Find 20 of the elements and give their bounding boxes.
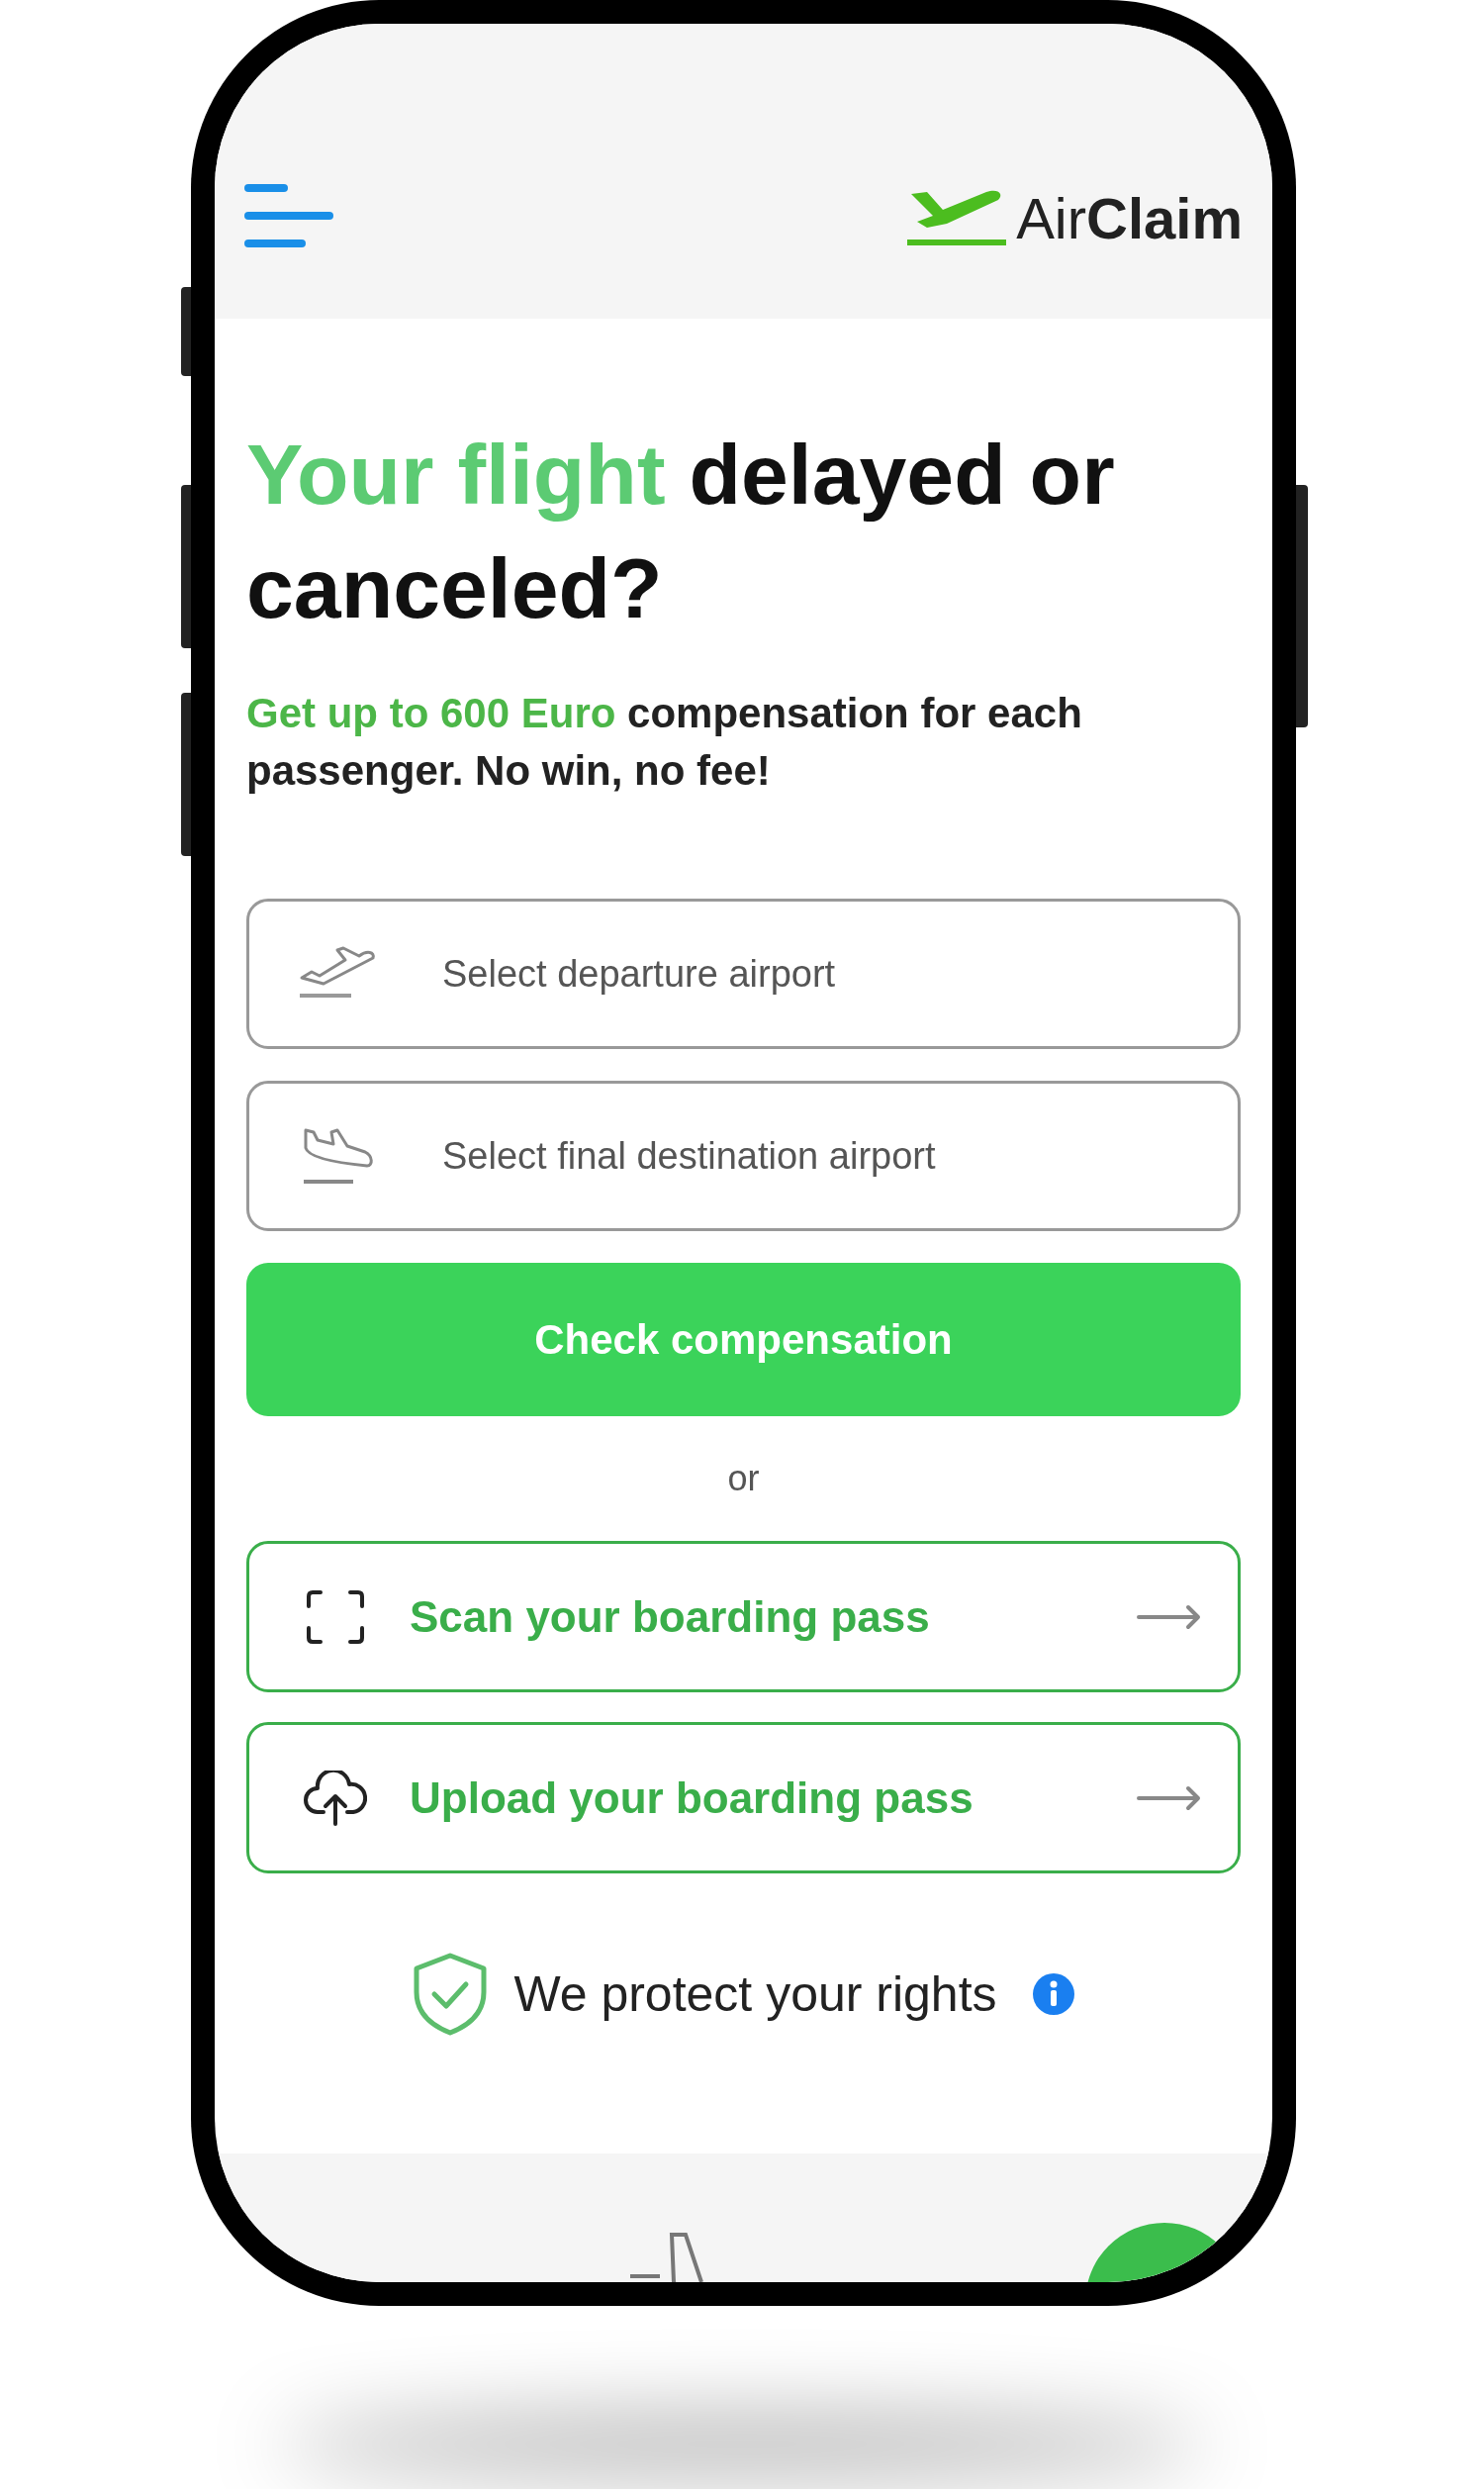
check-compensation-button[interactable]: Check compensation [246,1263,1241,1416]
boarding-pass-option[interactable]: Scan your boarding pass [246,1541,1241,1692]
shield-check-icon [413,1953,489,2036]
option-label: Scan your boarding pass [410,1590,931,1643]
info-icon[interactable] [1032,1973,1074,2015]
hero-subtitle: Get up to 600 Euro compensation for each passenger. No win, no fee! [246,689,1083,796]
cloud-upload-icon [304,1770,367,1826]
option-label: Upload your boarding pass [410,1771,974,1824]
airport-field[interactable]: Select departure airport [246,899,1241,1049]
trust-text: We protect your rights [513,1964,997,2024]
logo-text: AirClaim [1016,190,1243,247]
or-separator: or [727,1457,760,1500]
takeoff-icon [298,944,377,1000]
arrow-right-icon [1137,1603,1202,1630]
menu-icon[interactable] [244,184,333,247]
boarding-pass-option[interactable]: Upload your boarding pass [246,1722,1241,1873]
hero-heading: Your flight delayed or canceled? [246,426,1116,637]
airport-field[interactable]: Select final destination airport [246,1081,1241,1231]
scan-frame-icon [307,1589,364,1644]
arrow-right-icon [1137,1784,1202,1811]
